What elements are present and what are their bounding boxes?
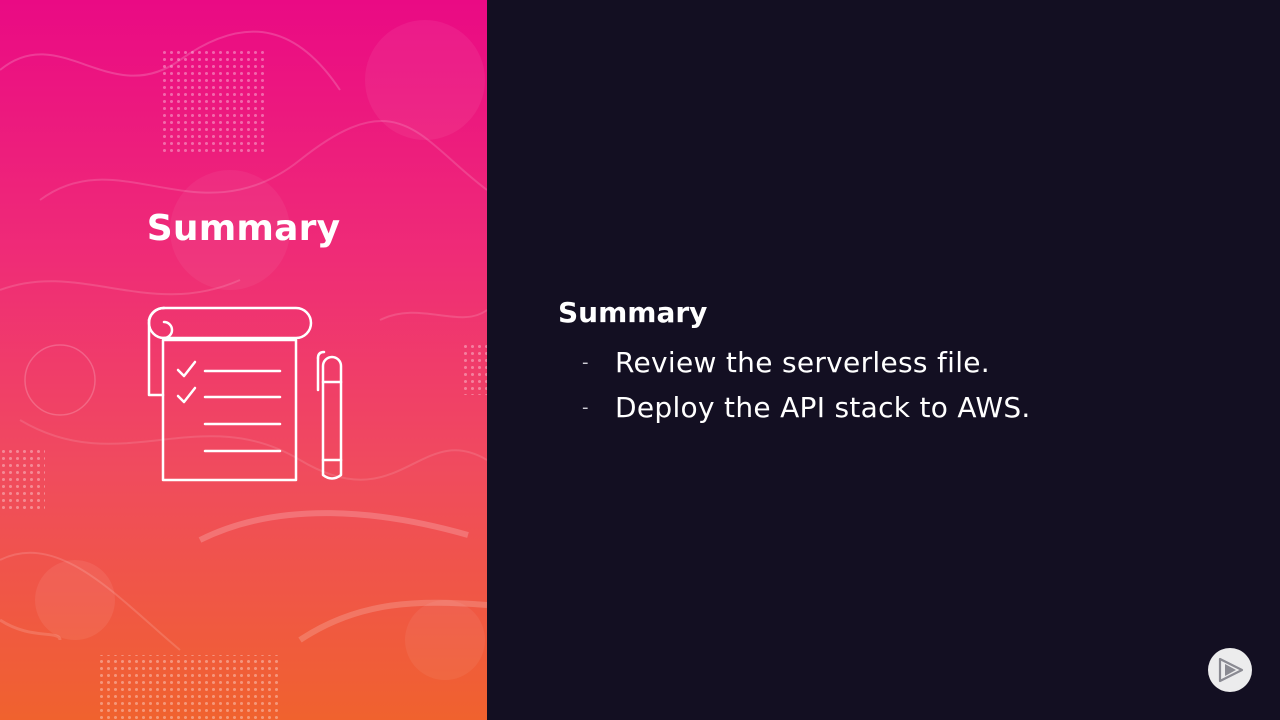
- content-heading: Summary: [558, 296, 708, 329]
- bullet-text: Review the serverless file.: [615, 346, 991, 379]
- notepad-checklist-icon: [147, 306, 343, 482]
- slide: Summary Summary - Review the serverless …: [0, 0, 1280, 720]
- bullet-item: - Deploy the API stack to AWS.: [582, 385, 1031, 430]
- bullet-marker: -: [582, 352, 589, 373]
- bullet-marker: -: [582, 397, 589, 418]
- bullet-text: Deploy the API stack to AWS.: [615, 391, 1031, 424]
- bullet-item: - Review the serverless file.: [582, 340, 1031, 385]
- play-logo-icon: [1208, 648, 1252, 692]
- content-panel: Summary - Review the serverless file. - …: [487, 0, 1280, 720]
- panel-title: Summary: [146, 208, 341, 249]
- bullet-list: - Review the serverless file. - Deploy t…: [582, 340, 1031, 430]
- title-panel: Summary: [0, 0, 487, 720]
